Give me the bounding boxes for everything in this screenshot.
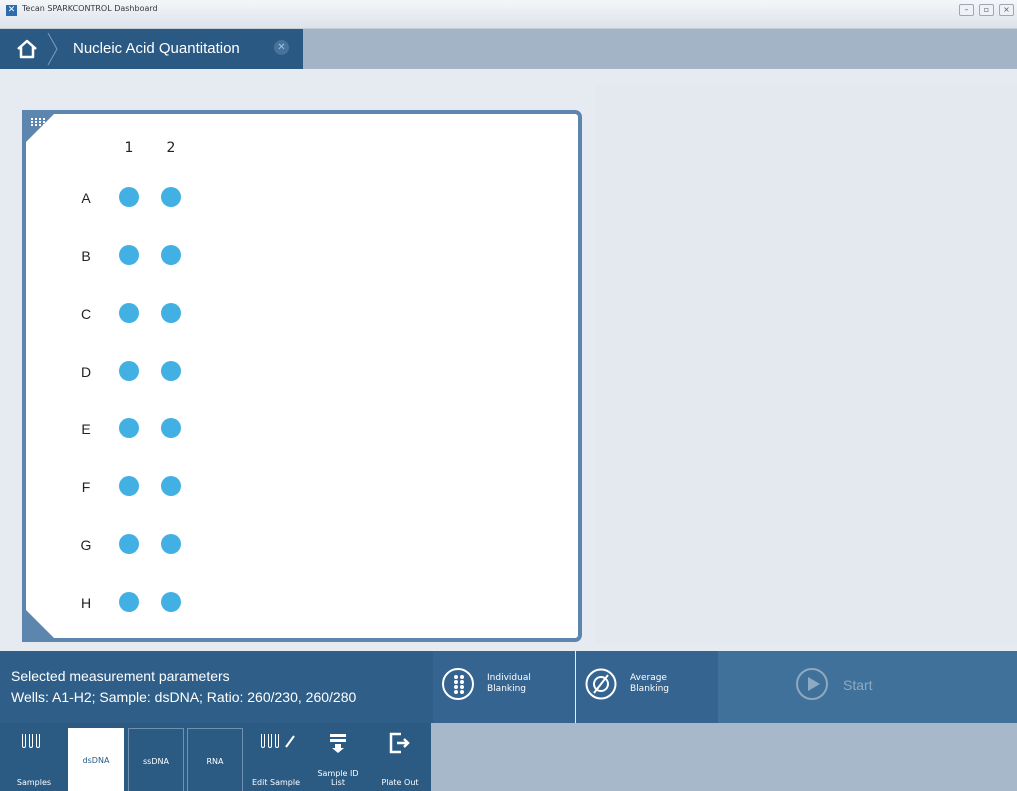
row-label-f[interactable]: F bbox=[76, 479, 96, 495]
average-blanking-button[interactable]: Average Blanking bbox=[576, 651, 718, 723]
row-label-e[interactable]: E bbox=[76, 421, 96, 437]
tecan-x-icon: ✕ bbox=[6, 5, 17, 16]
plate-out-label: Plate Out bbox=[381, 778, 419, 787]
restore-icon[interactable]: ▫ bbox=[979, 4, 994, 16]
well-b1[interactable] bbox=[119, 245, 139, 265]
panel-corner-bottom bbox=[22, 606, 58, 642]
bottom-toolbar: Samples dsDNA ssDNA RNA Edit Sample Samp… bbox=[0, 723, 1017, 791]
individual-blanking-label-line2: Blanking bbox=[487, 684, 527, 694]
samples-label: Samples bbox=[16, 778, 52, 787]
home-button[interactable] bbox=[0, 29, 52, 69]
dsdna-label: dsDNA bbox=[82, 756, 110, 765]
plate-layout-panel: 1 2 A B C D E F G H bbox=[22, 110, 582, 642]
row-label-c[interactable]: C bbox=[76, 306, 96, 322]
window-titlebar: ✕ Tecan SPARKCONTROL Dashboard – ▫ × bbox=[0, 0, 1017, 29]
tab-rna[interactable]: RNA bbox=[187, 728, 243, 791]
column-header-1[interactable]: 1 bbox=[119, 140, 139, 156]
well-f1[interactable] bbox=[119, 476, 139, 496]
minimize-icon[interactable]: – bbox=[959, 4, 974, 16]
well-d1[interactable] bbox=[119, 361, 139, 381]
well-a1[interactable] bbox=[119, 187, 139, 207]
details-area bbox=[595, 85, 1017, 645]
well-g1[interactable] bbox=[119, 534, 139, 554]
plate-out-icon bbox=[389, 732, 410, 754]
row-label-a[interactable]: A bbox=[76, 190, 96, 206]
average-blanking-icon bbox=[585, 668, 617, 700]
well-c1[interactable] bbox=[119, 303, 139, 323]
play-icon bbox=[796, 668, 828, 700]
plate-out-button[interactable]: Plate Out bbox=[372, 728, 428, 791]
row-label-g[interactable]: G bbox=[76, 537, 96, 553]
individual-blanking-label-line1: Individual bbox=[487, 673, 531, 683]
measurement-parameters: Selected measurement parameters Wells: A… bbox=[0, 651, 433, 723]
panel-corner-top bbox=[22, 110, 58, 146]
rna-label: RNA bbox=[206, 757, 224, 766]
close-circle-icon[interactable]: ✕ bbox=[274, 40, 289, 55]
average-blanking-label-line2: Blanking bbox=[630, 684, 670, 694]
edit-sample-icon bbox=[261, 734, 279, 748]
row-label-d[interactable]: D bbox=[76, 364, 96, 380]
pencil-icon bbox=[285, 735, 295, 748]
page-title: Nucleic Acid Quantitation bbox=[73, 40, 240, 57]
start-button[interactable]: Start bbox=[718, 651, 1017, 723]
breadcrumb: Nucleic Acid Quantitation ✕ bbox=[0, 29, 303, 69]
breadcrumb-separator-icon bbox=[47, 32, 58, 66]
sample-id-list-button[interactable]: Sample ID List bbox=[310, 728, 366, 791]
well-h1[interactable] bbox=[119, 592, 139, 612]
well-e2[interactable] bbox=[161, 418, 181, 438]
well-d2[interactable] bbox=[161, 361, 181, 381]
parameters-title: Selected measurement parameters bbox=[11, 668, 230, 684]
sample-tubes-icon bbox=[22, 734, 40, 748]
well-f2[interactable] bbox=[161, 476, 181, 496]
row-label-b[interactable]: B bbox=[76, 248, 96, 264]
window-title: Tecan SPARKCONTROL Dashboard bbox=[22, 4, 158, 13]
individual-blanking-icon bbox=[442, 668, 474, 700]
row-label-h[interactable]: H bbox=[76, 595, 96, 611]
home-icon bbox=[17, 39, 37, 59]
sample-id-list-icon bbox=[330, 734, 346, 753]
well-e1[interactable] bbox=[119, 418, 139, 438]
edit-sample-label: Edit Sample bbox=[251, 778, 301, 787]
individual-blanking-button[interactable]: Individual Blanking bbox=[433, 651, 575, 723]
parameters-summary: Wells: A1-H2; Sample: dsDNA; Ratio: 260/… bbox=[11, 689, 357, 705]
well-b2[interactable] bbox=[161, 245, 181, 265]
tab-ssdna[interactable]: ssDNA bbox=[128, 728, 184, 791]
tab-dsdna[interactable]: dsDNA bbox=[68, 728, 124, 791]
navigation-bar: Nucleic Acid Quantitation ✕ bbox=[0, 29, 1017, 69]
well-h2[interactable] bbox=[161, 592, 181, 612]
plate-grid-icon[interactable] bbox=[31, 118, 45, 128]
well-a2[interactable] bbox=[161, 187, 181, 207]
edit-sample-button[interactable]: Edit Sample bbox=[248, 728, 304, 791]
ssdna-label: ssDNA bbox=[143, 757, 169, 766]
column-header-2[interactable]: 2 bbox=[161, 140, 181, 156]
sample-id-label-line2: List bbox=[331, 778, 345, 787]
sample-id-label-line1: Sample ID bbox=[317, 769, 359, 778]
well-g2[interactable] bbox=[161, 534, 181, 554]
average-blanking-label-line1: Average bbox=[630, 673, 667, 683]
close-window-icon[interactable]: × bbox=[999, 4, 1014, 16]
well-c2[interactable] bbox=[161, 303, 181, 323]
samples-button[interactable]: Samples bbox=[6, 728, 62, 791]
start-label: Start bbox=[843, 677, 873, 693]
